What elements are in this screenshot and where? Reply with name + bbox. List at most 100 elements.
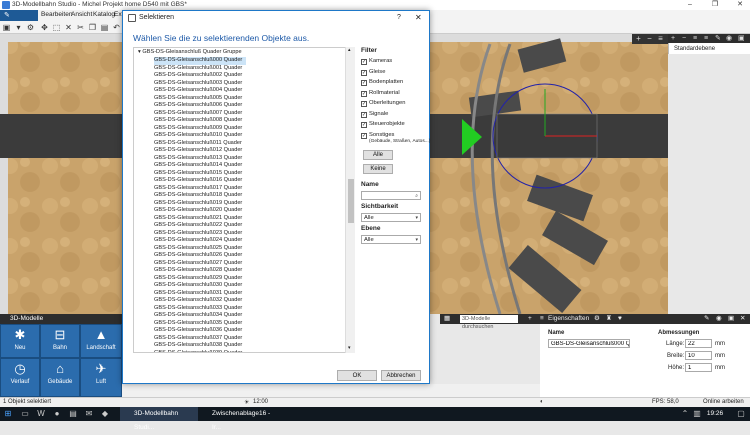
tree-item[interactable]: GBS-DS-Gleisanschluß033 Quader xyxy=(154,305,246,313)
length-field[interactable] xyxy=(685,339,712,348)
tree-item[interactable]: GBS-DS-Gleisanschluß022 Quader xyxy=(154,222,246,230)
scroll-up-icon[interactable]: ▴ xyxy=(348,47,351,53)
person-icon[interactable]: ♜ xyxy=(606,314,612,324)
checkbox-signale[interactable]: ✓ Signale xyxy=(361,110,388,118)
minimize-button[interactable]: – xyxy=(680,0,700,10)
layer-select[interactable]: Alle ▾ xyxy=(361,235,421,244)
view-icon[interactable]: ▦ xyxy=(444,314,450,324)
tree-item[interactable]: GBS-DS-Gleisanschluß006 Quader xyxy=(154,102,246,110)
lock-icon[interactable]: ▣ xyxy=(738,34,745,43)
checkbox-rollmaterial[interactable]: ✓ Rollmaterial xyxy=(361,89,400,97)
cut-icon[interactable]: ✂ xyxy=(76,23,85,32)
move-icon[interactable]: ✥ xyxy=(40,23,49,32)
tree-item[interactable]: GBS-DS-Gleisanschluß023 Quader xyxy=(154,230,246,238)
menu-bearbeiten[interactable]: Bearbeiten xyxy=(41,11,72,18)
tile-gebaeude[interactable]: ⌂ Gebäude xyxy=(40,358,80,397)
minus-icon[interactable]: − xyxy=(645,34,654,43)
trash-icon[interactable]: ✕ xyxy=(740,314,745,324)
tree-item[interactable]: GBS-DS-Gleisanschluß000 Quader xyxy=(154,57,247,65)
tree-item[interactable]: GBS-DS-Gleisanschluß038 Quader xyxy=(154,342,246,350)
undo-icon[interactable]: ↶ xyxy=(112,23,121,32)
app-icon-5[interactable]: ◆ xyxy=(100,409,110,419)
tree-item[interactable]: GBS-DS-Gleisanschluß017 Quader xyxy=(154,185,246,193)
tree-item[interactable]: GBS-DS-Gleisanschluß002 Quader xyxy=(154,72,246,80)
settings-icon[interactable]: ⚙ xyxy=(26,23,35,32)
tree-item[interactable]: GBS-DS-Gleisanschluß011 Quader xyxy=(154,140,246,148)
tree-item[interactable]: GBS-DS-Gleisanschluß020 Quader xyxy=(154,207,246,215)
tree-item[interactable]: GBS-DS-Gleisanschluß031 Quader xyxy=(154,290,246,298)
tree-item[interactable]: GBS-DS-Gleisanschluß037 Quader xyxy=(154,335,246,343)
check-icon[interactable]: ✓ xyxy=(361,69,367,76)
tile-bahn[interactable]: ⊟ Bahn xyxy=(40,324,80,358)
checkbox-kameras[interactable]: ✓ Kameras xyxy=(361,57,392,65)
prop-name-field[interactable] xyxy=(548,339,630,348)
checkbox-oberleitungen[interactable]: ✓ Oberleitungen xyxy=(361,99,405,107)
checkbox-sonstiges[interactable]: ✓ Sonstiges xyxy=(361,131,394,139)
menu-ansicht[interactable]: Ansicht xyxy=(71,11,92,18)
scroll-down-icon[interactable]: ▾ xyxy=(348,345,351,351)
tree-item[interactable]: GBS-DS-Gleisanschluß039 Quader xyxy=(154,350,246,353)
height-field[interactable] xyxy=(685,363,712,372)
close-button[interactable]: ✕ xyxy=(730,0,750,10)
select-icon[interactable]: ⬚ xyxy=(52,23,61,32)
explorer-icon[interactable]: ▤ xyxy=(68,409,78,419)
tree-item[interactable]: GBS-DS-Gleisanschluß028 Quader xyxy=(154,267,246,275)
add-icon[interactable]: + xyxy=(634,34,643,43)
mail-icon[interactable]: ✉ xyxy=(84,409,94,419)
check-icon[interactable]: ✓ xyxy=(361,59,367,65)
check-icon[interactable]: ✓ xyxy=(361,101,367,107)
tree-item[interactable]: GBS-DS-Gleisanschluß008 Quader xyxy=(154,117,246,125)
list2-icon[interactable]: ≡ xyxy=(704,34,708,43)
tree-item[interactable]: GBS-DS-Gleisanschluß014 Quader xyxy=(154,162,246,170)
taskbar-app-modellbahn[interactable]: 3D-Modellbahn Studi... xyxy=(120,407,198,431)
check-icon[interactable]: ✓ xyxy=(361,122,367,128)
tree-group-row[interactable]: ▾ GBS-DS-Gleisanschluß Quader Gruppe xyxy=(138,49,242,57)
eye2-icon[interactable]: ◉ xyxy=(716,314,722,324)
tree-item[interactable]: GBS-DS-Gleisanschluß018 Quader xyxy=(154,192,246,200)
tile-landschaft[interactable]: ▲ Landschaft xyxy=(80,324,122,358)
tree-item[interactable]: GBS-DS-Gleisanschluß024 Quader xyxy=(154,237,246,245)
tree-item[interactable]: GBS-DS-Gleisanschluß032 Quader xyxy=(154,297,246,305)
scroll-thumb[interactable] xyxy=(348,179,354,223)
ok-button[interactable]: OK xyxy=(337,370,377,381)
check-icon[interactable]: ✓ xyxy=(361,80,367,86)
tree-item[interactable]: GBS-DS-Gleisanschluß007 Quader xyxy=(154,110,246,118)
notification-icon[interactable]: ▢ xyxy=(736,409,746,419)
layer-name[interactable]: Standardebene xyxy=(674,46,715,52)
paint-icon[interactable]: ♥ xyxy=(618,314,622,324)
tree-item[interactable]: GBS-DS-Gleisanschluß012 Quader xyxy=(154,147,246,155)
tree-item[interactable]: GBS-DS-Gleisanschluß003 Quader xyxy=(154,80,246,88)
maximize-button[interactable]: ❐ xyxy=(705,0,725,10)
list-icon[interactable]: ≡ xyxy=(693,34,697,43)
tree-item[interactable]: GBS-DS-Gleisanschluß010 Quader xyxy=(154,132,246,140)
check-icon[interactable]: ✓ xyxy=(361,132,367,139)
tree-item[interactable]: GBS-DS-Gleisanschluß016 Quader xyxy=(154,177,246,185)
lock2-icon[interactable]: ▣ xyxy=(728,314,734,324)
tree-item[interactable]: GBS-DS-Gleisanschluß013 Quader xyxy=(154,155,246,163)
dialog-close-button[interactable]: ✕ xyxy=(415,13,422,22)
add-layer-icon[interactable]: + xyxy=(671,34,675,43)
taskbar-app-clipboard[interactable]: Zwischenablage16 - Ir... xyxy=(198,407,276,431)
checkbox-bodenplatten[interactable]: ✓ Bodenplatten xyxy=(361,78,403,86)
checkbox-gleise[interactable]: ✓ Gleise xyxy=(361,68,385,76)
windows-icon[interactable]: ⊞ xyxy=(3,409,13,419)
checkbox-steuerobjekte[interactable]: ✓ Steuerobjekte xyxy=(361,120,405,128)
tree-item[interactable]: GBS-DS-Gleisanschluß001 Quader xyxy=(154,65,246,73)
all-button[interactable]: Alle xyxy=(363,150,393,160)
word-icon[interactable]: W xyxy=(36,409,46,419)
object-tree[interactable]: ▾ GBS-DS-Gleisanschluß Quader Gruppe GBS… xyxy=(133,47,355,353)
tree-item[interactable]: GBS-DS-Gleisanschluß029 Quader xyxy=(154,275,246,283)
taskview-icon[interactable]: ▭ xyxy=(20,409,30,419)
add-model-icon[interactable]: + xyxy=(528,314,532,324)
paste-icon[interactable]: ▤ xyxy=(100,23,109,32)
tree-item[interactable]: GBS-DS-Gleisanschluß025 Quader xyxy=(154,245,246,253)
layers-icon[interactable]: ≡ xyxy=(656,34,665,43)
pin2-icon[interactable]: ✎ xyxy=(704,314,709,324)
tree-item[interactable]: GBS-DS-Gleisanschluß019 Quader xyxy=(154,200,246,208)
tile-verlauf[interactable]: ◷ Verlauf xyxy=(0,358,40,397)
tray-up-icon[interactable]: ⌃ xyxy=(680,409,690,419)
name-search-input[interactable]: ⌕ xyxy=(361,191,421,200)
save-icon[interactable]: ▣ xyxy=(2,23,11,32)
tree-item[interactable]: GBS-DS-Gleisanschluß009 Quader xyxy=(154,125,246,133)
gear-icon[interactable]: ⚙ xyxy=(594,314,600,324)
